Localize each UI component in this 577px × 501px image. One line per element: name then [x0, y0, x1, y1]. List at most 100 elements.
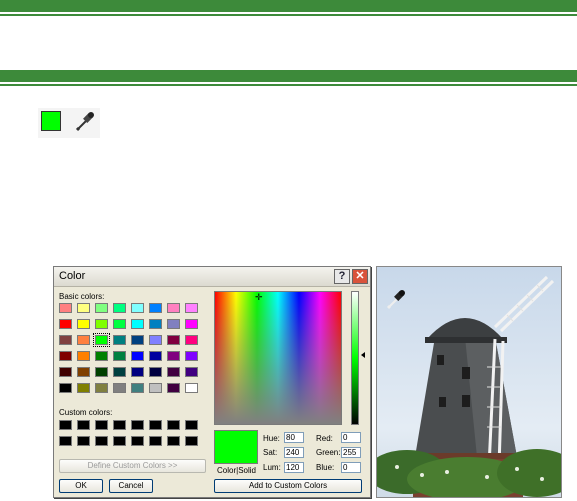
color-swatch[interactable]	[185, 319, 198, 329]
color-swatch[interactable]	[167, 351, 180, 361]
color-swatch[interactable]	[113, 319, 126, 329]
color-swatch[interactable]	[185, 335, 198, 345]
color-swatch[interactable]	[149, 303, 162, 313]
luminosity-arrow-icon[interactable]	[361, 352, 365, 358]
color-swatch[interactable]	[59, 319, 72, 329]
color-swatch[interactable]	[167, 319, 180, 329]
hue-label: Hue:	[263, 434, 280, 443]
color-swatch[interactable]	[77, 351, 90, 361]
red-field[interactable]: 0	[341, 432, 361, 443]
color-swatch[interactable]	[185, 303, 198, 313]
hue-field[interactable]: 80	[284, 432, 304, 443]
green-field[interactable]: 255	[341, 447, 361, 458]
define-custom-colors-button[interactable]: Define Custom Colors >>	[59, 459, 206, 473]
color-swatch[interactable]	[131, 367, 144, 377]
color-swatch[interactable]	[77, 319, 90, 329]
color-swatch[interactable]	[59, 335, 72, 345]
color-swatch[interactable]	[113, 351, 126, 361]
color-swatch[interactable]	[167, 436, 180, 446]
color-swatch[interactable]	[167, 303, 180, 313]
color-swatch[interactable]	[59, 351, 72, 361]
cancel-button[interactable]: Cancel	[109, 479, 153, 493]
color-swatch[interactable]	[167, 383, 180, 393]
color-swatch[interactable]	[59, 303, 72, 313]
sat-field[interactable]: 240	[284, 447, 304, 458]
blue-field[interactable]: 0	[341, 462, 361, 473]
eyedropper-icon[interactable]	[385, 287, 407, 311]
color-swatch[interactable]	[95, 303, 108, 313]
color-swatch[interactable]	[95, 420, 108, 430]
color-swatch[interactable]	[113, 303, 126, 313]
color-swatch[interactable]	[167, 335, 180, 345]
color-swatch[interactable]	[149, 383, 162, 393]
color-swatch[interactable]	[131, 420, 144, 430]
color-swatch[interactable]	[113, 436, 126, 446]
color-swatch[interactable]	[185, 436, 198, 446]
color-swatch[interactable]	[59, 367, 72, 377]
color-swatch[interactable]	[149, 367, 162, 377]
color-swatch[interactable]	[185, 351, 198, 361]
color-swatch[interactable]	[95, 436, 108, 446]
close-button[interactable]: ✕	[352, 269, 368, 284]
add-to-custom-colors-button[interactable]: Add to Custom Colors	[214, 479, 362, 493]
color-swatch[interactable]	[77, 367, 90, 377]
color-swatch[interactable]	[149, 420, 162, 430]
current-color-swatch[interactable]	[41, 111, 61, 131]
green-label: Green:	[316, 448, 341, 457]
color-swatch[interactable]	[131, 303, 144, 313]
color-swatch[interactable]	[59, 383, 72, 393]
help-button[interactable]: ?	[334, 269, 350, 284]
color-swatch[interactable]	[113, 420, 126, 430]
color-swatch[interactable]	[167, 367, 180, 377]
colorsolid-label: Color|Solid	[217, 466, 256, 475]
color-swatch[interactable]	[185, 383, 198, 393]
color-swatch[interactable]	[59, 436, 72, 446]
color-swatch[interactable]	[95, 383, 108, 393]
eyedropper-icon[interactable]	[74, 109, 96, 133]
color-swatch[interactable]	[185, 420, 198, 430]
ok-button[interactable]: OK	[59, 479, 103, 493]
color-swatch[interactable]	[95, 319, 108, 329]
color-swatch[interactable]	[113, 383, 126, 393]
dialog-titlebar: Color ? ✕	[54, 267, 370, 287]
color-dialog: Color ? ✕ Basic colors: Custom colors: D…	[53, 266, 371, 498]
color-swatch[interactable]	[93, 333, 110, 347]
color-swatch[interactable]	[77, 335, 90, 345]
color-swatch[interactable]	[59, 420, 72, 430]
color-swatch[interactable]	[113, 367, 126, 377]
header-band	[0, 0, 577, 14]
color-swatch[interactable]	[149, 351, 162, 361]
color-swatch[interactable]	[149, 436, 162, 446]
color-tool-panel	[38, 108, 100, 138]
color-swatch[interactable]	[149, 335, 162, 345]
color-swatch[interactable]	[131, 436, 144, 446]
color-swatch[interactable]	[77, 383, 90, 393]
windmill-photo	[376, 266, 562, 498]
color-swatch[interactable]	[77, 420, 90, 430]
basic-colors-label: Basic colors:	[59, 292, 105, 301]
color-swatch[interactable]	[113, 335, 126, 345]
color-solid-preview	[214, 430, 258, 464]
sat-label: Sat:	[263, 448, 278, 457]
lum-label: Lum:	[263, 463, 281, 472]
blue-label: Blue:	[316, 463, 335, 472]
dialog-title: Color	[59, 270, 86, 282]
color-swatch[interactable]	[131, 351, 144, 361]
color-swatch[interactable]	[77, 436, 90, 446]
color-swatch[interactable]	[95, 367, 108, 377]
color-swatch[interactable]	[167, 420, 180, 430]
color-swatch[interactable]	[131, 335, 144, 345]
section-band	[0, 70, 577, 84]
color-spectrum[interactable]: ✛	[214, 291, 342, 425]
red-label: Red:	[316, 434, 333, 443]
crosshair-icon: ✛	[255, 292, 263, 302]
color-swatch[interactable]	[149, 319, 162, 329]
color-swatch[interactable]	[131, 319, 144, 329]
color-swatch[interactable]	[95, 351, 108, 361]
lum-field[interactable]: 120	[284, 462, 304, 473]
color-swatch[interactable]	[131, 383, 144, 393]
color-swatch[interactable]	[77, 303, 90, 313]
luminosity-slider[interactable]	[351, 291, 359, 425]
custom-colors-label: Custom colors:	[59, 408, 113, 417]
color-swatch[interactable]	[185, 367, 198, 377]
